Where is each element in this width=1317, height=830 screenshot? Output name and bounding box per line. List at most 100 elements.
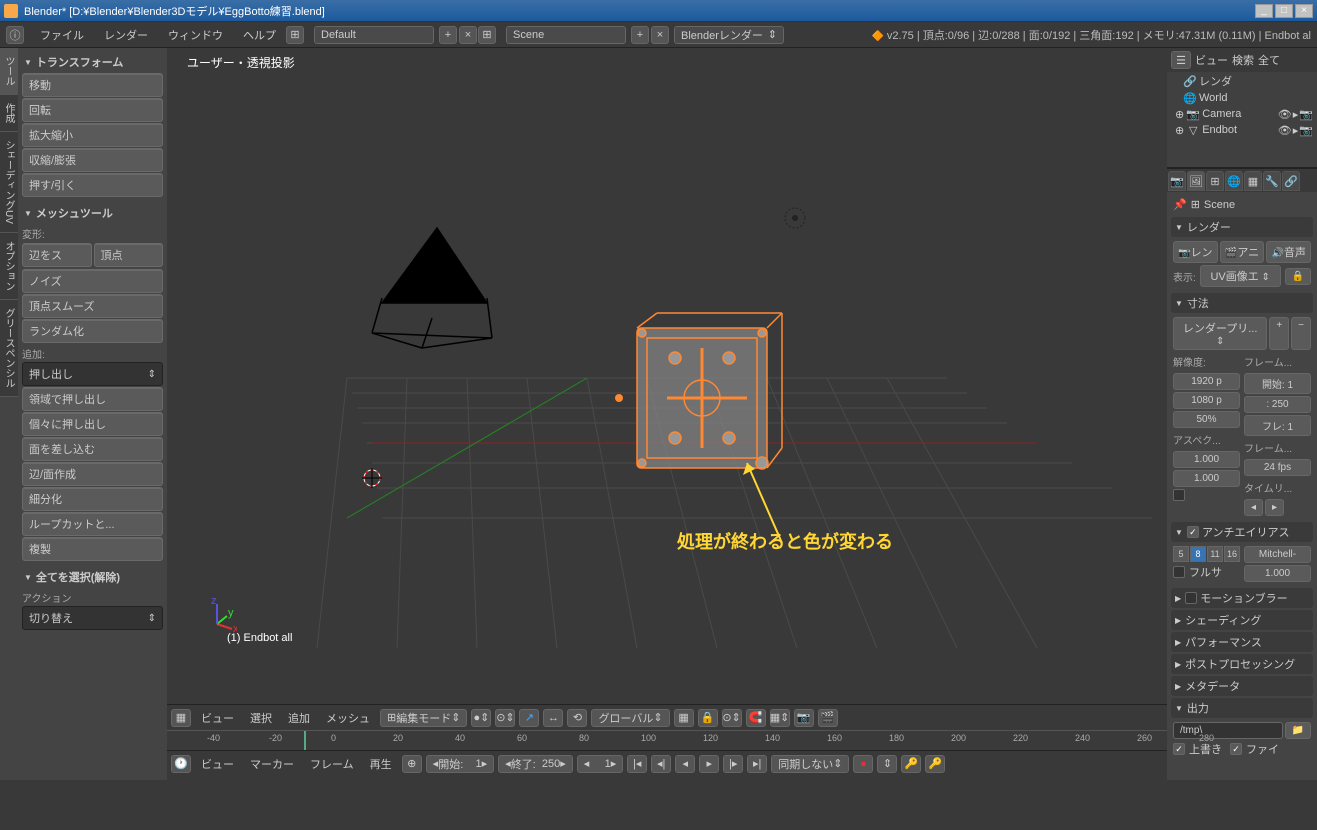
- rotate-button[interactable]: 回転: [22, 98, 163, 122]
- resolution-x-field[interactable]: 1920 p: [1173, 373, 1240, 390]
- render-engine-dropdown[interactable]: Blenderレンダー⇕: [674, 26, 784, 44]
- keyframe-next-icon[interactable]: |▸: [723, 755, 743, 773]
- animation-button[interactable]: 🎬アニ: [1220, 241, 1265, 263]
- section-header[interactable]: メタデータ: [1171, 676, 1313, 696]
- menu-render[interactable]: レンダー: [94, 27, 158, 43]
- frame-start-field[interactable]: ◂ 開始: 1 ▸: [426, 755, 494, 773]
- operator-header[interactable]: 全てを選択(解除): [22, 567, 163, 587]
- scene-browse-icon[interactable]: ⊞: [478, 26, 496, 44]
- frame-start-field[interactable]: 開始: 1: [1244, 373, 1311, 394]
- tab-options[interactable]: オプション: [0, 233, 18, 300]
- timeline-cursor[interactable]: [304, 731, 306, 750]
- tab-grease-pencil[interactable]: グリースペンシル: [0, 300, 18, 397]
- display-dropdown[interactable]: UV画像エ ⇕: [1200, 265, 1281, 287]
- tab-tools[interactable]: ツール: [0, 48, 18, 95]
- file-ext-checkbox[interactable]: [1230, 743, 1242, 755]
- edge-slide-button[interactable]: 辺をス: [22, 243, 92, 267]
- framerate-dropdown[interactable]: 24 fps: [1244, 459, 1311, 476]
- smooth-vertex-button[interactable]: 頂点スムーズ: [22, 294, 163, 318]
- push-pull-button[interactable]: 押す/引く: [22, 173, 163, 197]
- vertex-button[interactable]: 頂点: [94, 243, 164, 267]
- frame-step-field[interactable]: フレ: 1: [1244, 415, 1311, 436]
- loop-cut-button[interactable]: ループカットと...: [22, 512, 163, 536]
- subdivide-button[interactable]: 細分化: [22, 487, 163, 511]
- extrude-select[interactable]: 押し出し: [22, 362, 163, 386]
- outliner-all-dropdown[interactable]: 全て: [1258, 52, 1280, 68]
- scene-remove-button[interactable]: ×: [651, 26, 669, 44]
- tab-scene-icon[interactable]: ⊞: [1206, 171, 1224, 191]
- snap-icon[interactable]: 🧲: [746, 709, 766, 727]
- section-header[interactable]: シェーディング: [1171, 610, 1313, 630]
- jump-start-icon[interactable]: |◂: [627, 755, 647, 773]
- frame-end-field[interactable]: : 250: [1244, 396, 1311, 413]
- render-preview-icon[interactable]: 📷: [794, 709, 814, 727]
- select-menu[interactable]: 選択: [244, 710, 278, 726]
- outliner-item[interactable]: ⊕▽Endbot👁▸📷: [1167, 122, 1317, 138]
- aspect-y-field[interactable]: 1.000: [1173, 470, 1240, 487]
- proportional-dropdown[interactable]: ⊙⇕: [722, 709, 742, 727]
- outliner-item[interactable]: 🌐World: [1167, 90, 1317, 106]
- output-browse-icon[interactable]: 📁: [1285, 722, 1311, 739]
- minimize-button[interactable]: _: [1255, 4, 1273, 18]
- section-header[interactable]: パフォーマンス: [1171, 632, 1313, 652]
- tab-render-icon[interactable]: 📷: [1168, 171, 1186, 191]
- aa-8-button[interactable]: 8: [1190, 546, 1206, 562]
- resolution-y-field[interactable]: 1080 p: [1173, 392, 1240, 409]
- shrink-fatten-button[interactable]: 収縮/膨張: [22, 148, 163, 172]
- aa-size-field[interactable]: 1.000: [1244, 565, 1311, 582]
- aa-11-button[interactable]: 11: [1207, 546, 1223, 562]
- autokey-icon[interactable]: ●: [853, 755, 873, 773]
- play-reverse-icon[interactable]: ◂: [675, 755, 695, 773]
- 3d-viewport[interactable]: ユーザー・透視投影: [167, 48, 1167, 704]
- output-path-field[interactable]: /tmp\: [1173, 722, 1283, 739]
- key-delete-icon[interactable]: 🔑: [925, 755, 945, 773]
- outliner-view-menu[interactable]: ビュー: [1195, 52, 1228, 68]
- keying-set-dropdown[interactable]: ⇕: [877, 755, 897, 773]
- border-checkbox[interactable]: [1173, 489, 1185, 501]
- play-icon[interactable]: ▸: [699, 755, 719, 773]
- screen-browse-icon[interactable]: ⊞: [286, 26, 304, 44]
- aa-5-button[interactable]: 5: [1173, 546, 1189, 562]
- aa-filter-dropdown[interactable]: Mitchell-: [1244, 546, 1311, 563]
- render-preset-dropdown[interactable]: レンダープリ... ⇕: [1173, 317, 1267, 350]
- aa-16-button[interactable]: 16: [1224, 546, 1240, 562]
- menu-file[interactable]: ファイル: [30, 27, 94, 43]
- outliner-item[interactable]: 🔗レンダ: [1167, 72, 1317, 90]
- extrude-region-button[interactable]: 領域で押し出し: [22, 387, 163, 411]
- maximize-button[interactable]: □: [1275, 4, 1293, 18]
- timeremap-old-button[interactable]: ◂: [1244, 499, 1263, 516]
- layers-icon[interactable]: ▦: [674, 709, 694, 727]
- tl-range-icon[interactable]: ⊕: [402, 755, 422, 773]
- preset-add-button[interactable]: +: [1269, 317, 1289, 350]
- key-insert-icon[interactable]: 🔑: [901, 755, 921, 773]
- editor-type-timeline-icon[interactable]: 🕐: [171, 755, 191, 773]
- clapperboard-icon[interactable]: 🎬: [818, 709, 838, 727]
- timeline-ruler[interactable]: -40-200204060801001201401601802002202402…: [167, 730, 1167, 750]
- section-header[interactable]: ポストプロセッシング: [1171, 654, 1313, 674]
- outliner-item[interactable]: ⊕📷Camera👁▸📷: [1167, 106, 1317, 122]
- mode-dropdown[interactable]: ⊞ 編集モード ⇕: [380, 709, 467, 727]
- keyframe-prev-icon[interactable]: ◂|: [651, 755, 671, 773]
- translate-button[interactable]: 移動: [22, 73, 163, 97]
- editor-type-icon[interactable]: ⓘ: [6, 26, 24, 44]
- overwrite-checkbox[interactable]: [1173, 743, 1185, 755]
- tab-object-icon[interactable]: ▦: [1244, 171, 1262, 191]
- timeremap-new-button[interactable]: ▸: [1265, 499, 1284, 516]
- breadcrumb-scene[interactable]: Scene: [1204, 199, 1235, 211]
- jump-end-icon[interactable]: ▸|: [747, 755, 767, 773]
- mesh-tools-header[interactable]: メッシュツール: [22, 203, 163, 223]
- tl-playback-menu[interactable]: 再生: [364, 756, 398, 772]
- scale-button[interactable]: 拡大縮小: [22, 123, 163, 147]
- make-edge-face-button[interactable]: 辺/面作成: [22, 462, 163, 486]
- antialiasing-header[interactable]: アンチエイリアス: [1171, 522, 1313, 542]
- outliner-search-menu[interactable]: 検索: [1232, 52, 1254, 68]
- aspect-x-field[interactable]: 1.000: [1173, 451, 1240, 468]
- tab-link-icon[interactable]: 🔗: [1282, 171, 1300, 191]
- current-frame-field[interactable]: ◂ 1 ▸: [577, 755, 623, 773]
- tab-world-icon[interactable]: 🌐: [1225, 171, 1243, 191]
- menu-help[interactable]: ヘルプ: [233, 27, 286, 43]
- tab-render-layers-icon[interactable]: 🖼: [1187, 171, 1205, 191]
- layout-add-button[interactable]: +: [439, 26, 457, 44]
- randomize-button[interactable]: ランダム化: [22, 319, 163, 343]
- orientation-dropdown[interactable]: グローバル ⇕: [591, 709, 669, 727]
